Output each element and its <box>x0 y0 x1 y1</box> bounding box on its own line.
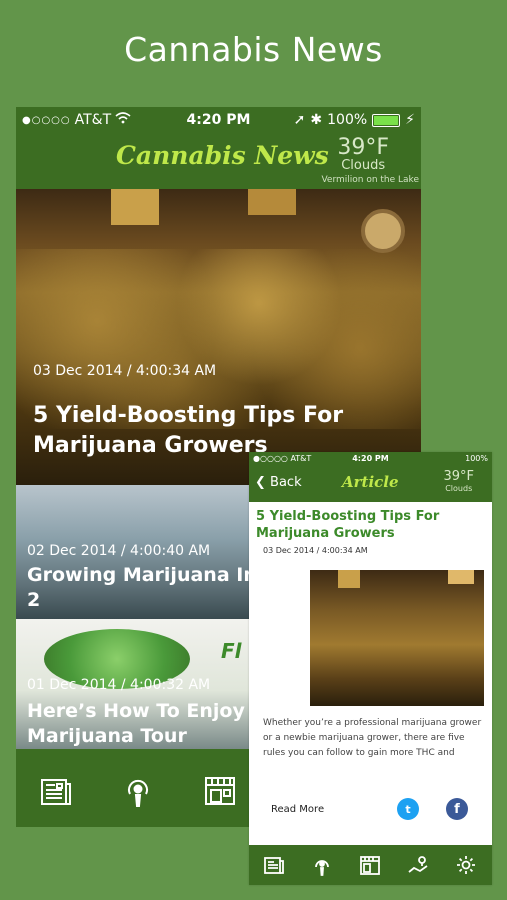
card-logo-text: Fl <box>221 639 242 663</box>
chevron-left-icon: ❮ <box>255 475 266 490</box>
grow-lamp-image <box>338 570 360 588</box>
weather-temp: 39°F <box>337 135 389 160</box>
charging-icon: ⚡ <box>405 112 415 128</box>
weather-widget[interactable]: 39°F Clouds Vermilion on the Lake <box>321 135 419 185</box>
news-icon[interactable] <box>263 854 285 876</box>
grow-lamp-image <box>248 189 296 215</box>
battery-percent-small: 100% <box>465 454 488 463</box>
article-header-title: Article <box>342 473 399 491</box>
article-excerpt: Whether you’re a professional marijuana … <box>263 718 482 758</box>
feed-item-date: 02 Dec 2014 / 4:00:40 AM <box>27 543 211 559</box>
article-phone: ●○○○○ AT&T 4:20 PM 100% ❮ Back Article 3… <box>249 452 492 885</box>
back-label: Back <box>270 475 302 490</box>
bluetooth-icon: ✱ <box>310 112 323 128</box>
article-title: 5 Yield-Boosting Tips For Marijuana Grow… <box>256 509 440 541</box>
twitter-icon: t <box>405 802 411 816</box>
article-date: 03 Dec 2014 / 4:00:34 AM <box>263 546 368 555</box>
podcast-icon[interactable] <box>120 773 156 809</box>
read-more-link[interactable]: Read More <box>271 804 324 815</box>
fan-image <box>361 209 405 253</box>
dispensary-icon[interactable] <box>359 854 381 876</box>
settings-icon[interactable] <box>455 854 477 876</box>
feed-item-date: 03 Dec 2014 / 4:00:34 AM <box>33 363 217 379</box>
article-header: ❮ Back Article 39°F Clouds <box>249 467 492 502</box>
status-time-small: 4:20 PM <box>352 454 389 463</box>
grow-lamp-image <box>448 570 474 584</box>
twitter-share-button[interactable]: t <box>397 798 419 820</box>
status-bar-small: ●○○○○ AT&T 4:20 PM 100% <box>249 452 492 467</box>
weather-widget-small[interactable]: 39°F Clouds <box>443 469 474 493</box>
tab-bar-small <box>249 845 492 885</box>
podcast-icon[interactable] <box>311 854 333 876</box>
dispensary-icon[interactable] <box>202 773 238 809</box>
app-header: Cannabis News 39°F Clouds Vermilion on t… <box>16 135 421 189</box>
promo-title: Cannabis News <box>124 30 383 69</box>
weather-condition-small: Clouds <box>445 484 473 493</box>
weather-condition: Clouds <box>341 158 386 173</box>
status-bar: ●○○○○ AT&T 4:20 PM ➚ ✱ 100% ⚡ <box>16 107 421 135</box>
article-image <box>310 570 484 706</box>
location-arrow-icon: ➚ <box>293 112 306 128</box>
battery-percent: 100% <box>327 112 368 128</box>
facebook-share-button[interactable]: f <box>446 798 468 820</box>
feed-item-date: 01 Dec 2014 / 4:00:32 AM <box>27 677 211 693</box>
grow-lamp-image <box>111 189 159 225</box>
app-brand: Cannabis News <box>116 141 329 170</box>
battery-icon <box>372 113 401 127</box>
facebook-icon: f <box>454 801 460 817</box>
weather-temp-small: 39°F <box>443 469 474 484</box>
feed-item-featured[interactable]: 03 Dec 2014 / 4:00:34 AM 5 Yield-Boostin… <box>16 189 421 485</box>
news-icon[interactable] <box>38 773 74 809</box>
weather-location: Vermilion on the Lake <box>321 175 419 185</box>
back-button[interactable]: ❮ Back <box>255 475 302 490</box>
map-icon[interactable] <box>407 854 429 876</box>
